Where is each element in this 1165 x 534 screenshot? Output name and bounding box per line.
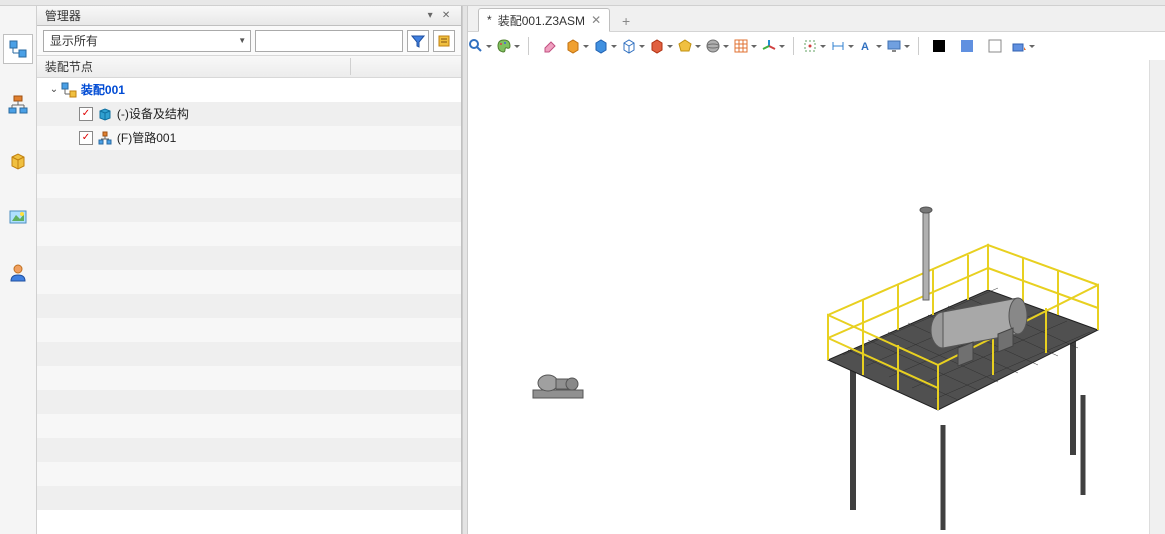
tree-row-empty [37,294,461,318]
tree-row-empty [37,246,461,270]
tree-row-empty [37,150,461,174]
assembly-root-icon [61,82,77,98]
tree-row-empty [37,390,461,414]
magnifier-icon[interactable] [468,35,492,57]
tree-node-label: (F)管路001 [117,129,176,146]
filter-settings-button[interactable] [433,30,455,52]
filter-display-dropdown[interactable]: 显示所有 ▼ [43,30,251,52]
color-swatch-outline[interactable] [983,35,1007,57]
marker-icon[interactable] [802,35,826,57]
panel-close-button[interactable]: ✕ [439,9,453,23]
tree-node-label: (-)设备及结构 [117,105,189,122]
filter-funnel-button[interactable] [407,30,429,52]
tree-row-empty [37,462,461,486]
manager-panel: 管理器 ▾ ✕ 显示所有 ▼ 装配节点 [37,6,462,534]
tree-row-empty [37,174,461,198]
axis-icon[interactable] [761,35,785,57]
viewport-scrollbar[interactable] [1149,60,1165,534]
polyhedron-icon[interactable] [677,35,701,57]
palette-icon[interactable] [496,35,520,57]
pipe-icon [97,130,113,146]
model-pump[interactable] [528,365,598,405]
tree-body[interactable]: ⌄ 装配001 ✓ (-)设备及结构 ✓ [37,78,461,534]
tree-row-empty [37,414,461,438]
grid-icon[interactable] [733,35,757,57]
tab-modified-indicator: * [487,13,492,27]
filter-row: 显示所有 ▼ [37,26,461,56]
tree-row-empty [37,366,461,390]
dimension-icon[interactable] [830,35,854,57]
color-swatch-blue[interactable] [955,35,979,57]
tab-filename: 装配001.Z3ASM [498,12,585,29]
monitor-icon[interactable] [886,35,910,57]
cube-blue-icon[interactable] [593,35,617,57]
tree-row-child[interactable]: ✓ (F)管路001 [37,126,461,150]
viewport-canvas[interactable] [468,60,1165,534]
model-platform[interactable] [808,200,1108,530]
sidebar-person-icon[interactable] [3,258,33,288]
viewport-toolbar: A [468,32,1165,60]
tree-checkbox[interactable]: ✓ [79,131,93,145]
new-tab-button[interactable]: + [616,11,636,31]
cube-red-icon[interactable] [649,35,673,57]
tree-row-empty [37,318,461,342]
filter-dropdown-label: 显示所有 [50,32,98,49]
tab-close-button[interactable]: ✕ [591,13,601,27]
tree-row-empty [37,438,461,462]
file-tab-active[interactable]: * 装配001.Z3ASM ✕ [478,8,610,32]
tree-root-label: 装配001 [81,81,125,98]
eraser-icon[interactable] [537,35,561,57]
color-swatch-black[interactable] [927,35,951,57]
tree-row-child[interactable]: ✓ (-)设备及结构 [37,102,461,126]
tree-row-empty [37,270,461,294]
tree-checkbox[interactable]: ✓ [79,107,93,121]
chevron-down-icon: ▼ [238,36,246,45]
sidebar-hierarchy-icon[interactable] [3,90,33,120]
cube-icon [97,106,113,122]
cube-wire-icon[interactable] [621,35,645,57]
panel-title-text: 管理器 [45,7,81,24]
tree-row-empty [37,222,461,246]
cube-orange-icon[interactable] [565,35,589,57]
viewport-area: * 装配001.Z3ASM ✕ + A [468,6,1165,534]
sidebar-image-icon[interactable] [3,202,33,232]
sidebar-box-icon[interactable] [3,146,33,176]
sidebar-assembly-tree-icon[interactable] [3,34,33,64]
panel-title-bar: 管理器 ▾ ✕ [37,6,461,26]
tree-toggle-icon[interactable]: ⌄ [47,84,61,95]
tab-strip: * 装配001.Z3ASM ✕ + [468,6,1165,32]
tree-row-empty [37,198,461,222]
filter-search-input[interactable] [255,30,403,52]
text-icon[interactable]: A [858,35,882,57]
panel-minimize-button[interactable]: ▾ [423,9,437,23]
tree-header-col-nodes[interactable]: 装配节点 [37,58,351,75]
tree-row-empty [37,486,461,510]
tree-row-root[interactable]: ⌄ 装配001 [37,78,461,102]
tree-row-empty [37,342,461,366]
sphere-icon[interactable] [705,35,729,57]
paint-bucket-icon[interactable] [1011,35,1035,57]
svg-text:A: A [861,41,869,53]
main-layout: 管理器 ▾ ✕ 显示所有 ▼ 装配节点 [0,6,1165,534]
icon-sidebar [0,6,37,534]
tree-header: 装配节点 [37,56,461,78]
